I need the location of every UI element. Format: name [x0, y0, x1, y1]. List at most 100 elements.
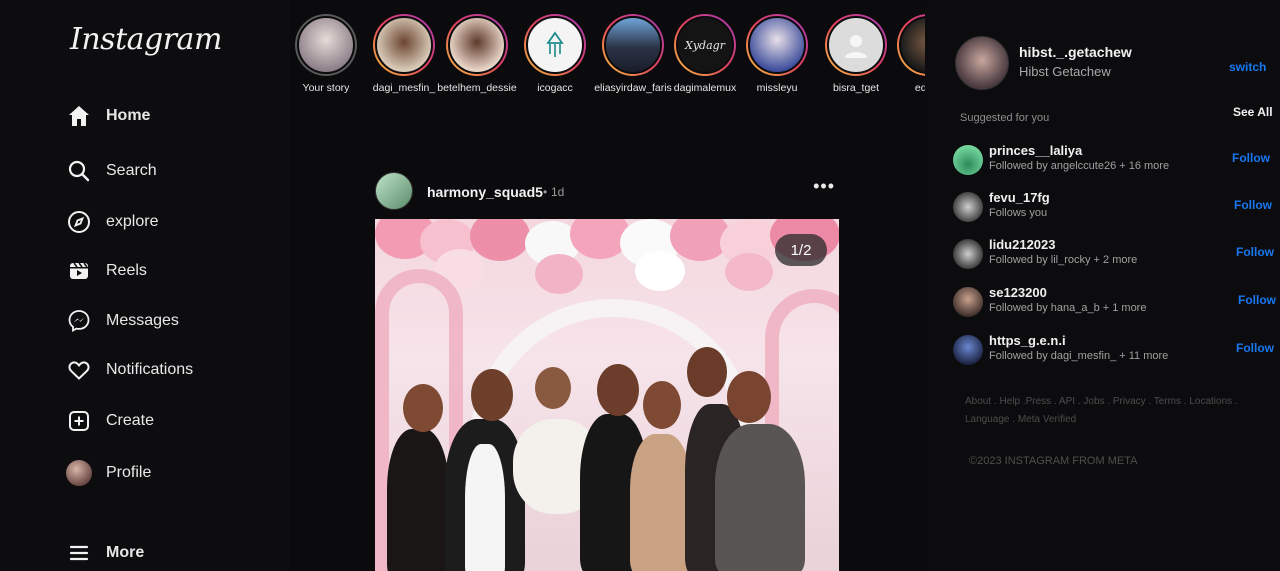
carousel-counter: 1/2	[775, 234, 827, 266]
story-avatar	[375, 16, 433, 74]
person-figure	[465, 444, 505, 571]
story-username: eliasyirdaw_faris	[594, 82, 672, 94]
story-username: Your story	[302, 82, 350, 94]
person-figure	[387, 429, 449, 571]
suggestion-username[interactable]: fevu_17fg	[989, 190, 1050, 205]
story-avatar	[827, 16, 885, 74]
icog-logo-icon	[546, 31, 564, 57]
post-separator: •	[543, 185, 548, 199]
avatar[interactable]	[953, 239, 983, 269]
suggestion-username[interactable]: lidu212023	[989, 237, 1056, 252]
story-item[interactable]: edom	[888, 14, 925, 94]
profile-avatar-icon	[66, 460, 92, 486]
avatar[interactable]	[953, 335, 983, 365]
person-figure	[715, 424, 805, 571]
current-user-avatar[interactable]	[955, 36, 1009, 90]
right-panel: hibst._.getachew Hibst Getachew switch S…	[925, 0, 1280, 571]
suggestion-subtitle: Followed by dagi_mesfin_ + 11 more	[989, 350, 1169, 362]
avatar[interactable]	[953, 145, 983, 175]
story-avatar	[748, 16, 806, 74]
sidebar-item-label: explore	[106, 213, 159, 230]
suggestion-row: fevu_17fg Follows you Follow	[953, 190, 1273, 226]
person-head	[643, 381, 681, 429]
home-icon	[66, 103, 92, 129]
suggestion-subtitle: Followed by angelccute26 + 16 more	[989, 160, 1170, 172]
footer-links[interactable]: About . Help .Press . API . Jobs . Priva…	[965, 393, 1265, 429]
follow-button[interactable]: Follow	[1238, 293, 1276, 307]
post-header: harmony_squad5 • 1d •••	[375, 172, 835, 210]
sidebar-item-reels[interactable]: Reels	[66, 258, 147, 284]
story-ring	[524, 14, 586, 76]
default-avatar-icon	[845, 35, 867, 58]
search-icon	[66, 158, 92, 184]
story-username: dagi_mesfin_	[372, 82, 436, 94]
sidebar-item-messages[interactable]: Messages	[66, 308, 179, 334]
story-ring	[746, 14, 808, 76]
post-options-icon[interactable]: •••	[813, 176, 835, 197]
switch-account-link[interactable]: switch	[1229, 60, 1266, 74]
person-head	[597, 364, 639, 416]
heart-icon	[66, 357, 92, 383]
post-image[interactable]: 1/2	[375, 219, 839, 571]
suggestion-row: se123200 Followed by hana_a_b + 1 more F…	[953, 285, 1276, 321]
story-ring	[373, 14, 435, 76]
sidebar: Instagram Home Search explore Reels Mess…	[0, 0, 290, 571]
suggestion-subtitle: Follows you	[989, 207, 1048, 219]
avatar	[66, 460, 92, 486]
suggestion-username[interactable]: princes__laliya	[989, 143, 1082, 158]
menu-icon	[66, 540, 92, 566]
instagram-logo[interactable]: Instagram	[70, 22, 222, 57]
sidebar-item-label: Home	[106, 107, 151, 124]
suggestion-row: princes__laliya Followed by angelccute26…	[953, 143, 1273, 179]
sidebar-item-label: More	[106, 544, 145, 561]
see-all-link[interactable]: See All	[1233, 105, 1273, 119]
sidebar-item-profile[interactable]: Profile	[66, 460, 151, 486]
avatar[interactable]	[953, 192, 983, 222]
story-ring	[602, 14, 664, 76]
story-item[interactable]: Your story	[290, 14, 366, 94]
post-author-avatar[interactable]	[375, 172, 413, 210]
story-ring	[295, 14, 357, 76]
follow-button[interactable]: Follow	[1236, 341, 1274, 355]
balloon-decoration	[535, 254, 583, 294]
balloon-decoration	[725, 253, 773, 291]
story-item[interactable]: betelhem_dessie	[437, 14, 517, 94]
sidebar-item-more[interactable]: More	[66, 540, 144, 566]
follow-button[interactable]: Follow	[1234, 198, 1272, 212]
sidebar-item-label: Profile	[106, 464, 152, 481]
sidebar-item-explore[interactable]: explore	[66, 209, 158, 235]
post-timestamp: 1d	[551, 185, 565, 199]
story-username: icogacc	[537, 82, 573, 94]
current-username[interactable]: hibst._.getachew	[1019, 44, 1132, 60]
story-avatar	[899, 16, 925, 74]
sidebar-item-notifications[interactable]: Notifications	[66, 357, 193, 383]
sidebar-item-label: Search	[106, 162, 157, 179]
story-item[interactable]: missleyu	[737, 14, 817, 94]
story-item[interactable]: eliasyirdaw_faris	[593, 14, 673, 94]
sidebar-item-create[interactable]: Create	[66, 408, 154, 434]
story-item[interactable]: Xydagr dagimalemux	[665, 14, 745, 94]
sidebar-item-home[interactable]: Home	[66, 103, 150, 129]
person-figure	[630, 434, 692, 571]
reels-icon	[66, 258, 92, 284]
story-avatar	[448, 16, 506, 74]
suggestion-subtitle: Followed by hana_a_b + 1 more	[989, 302, 1147, 314]
story-avatar: Xydagr	[676, 16, 734, 74]
story-ring	[897, 14, 925, 76]
sidebar-item-search[interactable]: Search	[66, 158, 157, 184]
story-item[interactable]: icogacc	[515, 14, 595, 94]
balloon-decoration	[635, 251, 685, 291]
avatar[interactable]	[953, 287, 983, 317]
post-username[interactable]: harmony_squad5	[427, 184, 543, 200]
suggestion-username[interactable]: se123200	[989, 285, 1047, 300]
story-item[interactable]: dagi_mesfin_	[364, 14, 444, 94]
current-full-name: Hibst Getachew	[1019, 64, 1111, 79]
story-username: bisra_tget	[832, 82, 880, 94]
story-avatar	[526, 16, 584, 74]
story-username: betelhem_dessie	[437, 82, 517, 94]
follow-button[interactable]: Follow	[1236, 245, 1274, 259]
sidebar-item-label: Notifications	[106, 361, 194, 378]
story-item[interactable]: bisra_tget	[816, 14, 896, 94]
follow-button[interactable]: Follow	[1232, 151, 1270, 165]
suggestion-username[interactable]: https_g.e.n.i	[989, 333, 1066, 348]
